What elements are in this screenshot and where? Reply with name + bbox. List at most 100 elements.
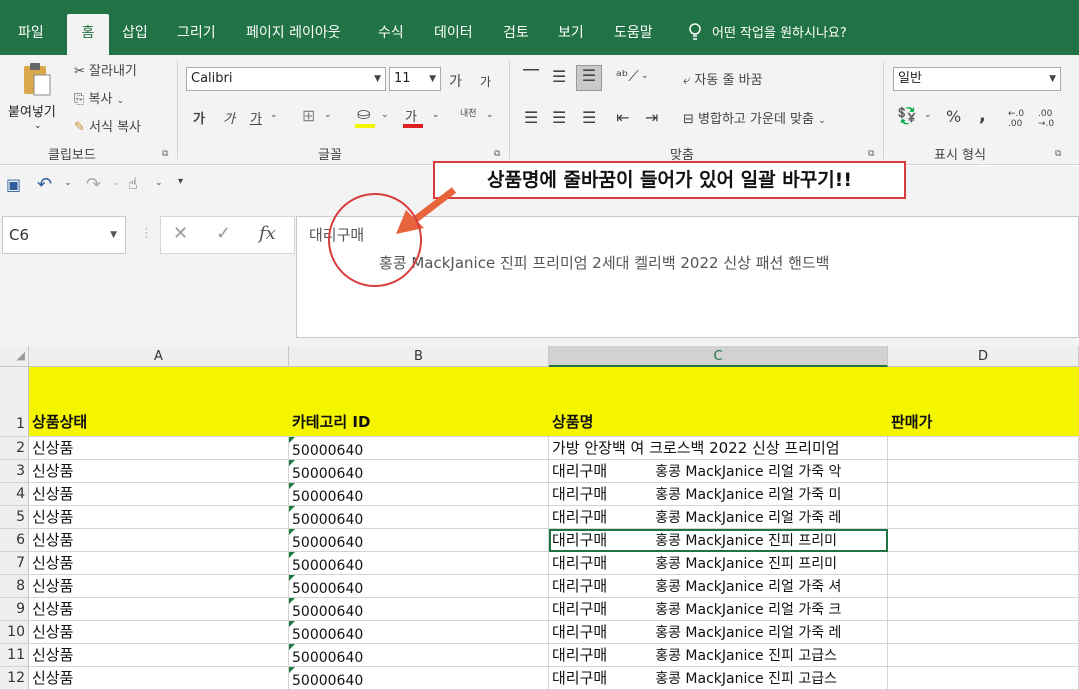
cell-category-id[interactable]: 50000640 [289,437,549,460]
customize-toolbar-icon[interactable]: ▾ [178,176,183,187]
cell-product-name[interactable]: 대리구매 홍콩 MackJanice 리얼 가죽 레 [549,621,888,644]
header-cell-status[interactable]: 상품상태 [29,367,289,437]
chevron-down-icon[interactable]: ⌄ [112,178,120,188]
cell-price[interactable] [888,644,1079,667]
paste-button[interactable]: 붙여넣기 [8,101,56,120]
cell-status[interactable]: 신상품 [29,460,289,483]
active-cell-product-name[interactable]: 대리구매 홍콩 MackJanice 진피 프리미 [549,529,888,552]
cut-button[interactable]: ✂ 잘라내기 [74,60,137,79]
cell-product-name[interactable]: 대리구매 홍콩 MackJanice 리얼 가죽 레 [549,506,888,529]
cell-status[interactable]: 신상품 [29,667,289,690]
cell-category-id[interactable]: 50000640 [289,621,549,644]
header-cell-product-name[interactable]: 상품명 [549,367,888,437]
increase-decimal-icon[interactable]: ←.0.00 [1008,109,1030,129]
tab-home[interactable]: 홈 [67,14,109,55]
number-format-combo[interactable]: 일반 ▼ [893,67,1061,91]
number-launcher-icon[interactable]: ⧉ [1055,149,1061,159]
row-header[interactable]: 3 [0,460,29,483]
cell-product-name[interactable]: 대리구매 홍콩 MackJanice 진피 프리미 [549,552,888,575]
percent-button[interactable]: % [946,107,961,126]
cell-product-name[interactable]: 대리구매 홍콩 MackJanice 리얼 가죽 크 [549,598,888,621]
cell-price[interactable] [888,575,1079,598]
cell-product-name[interactable]: 대리구매 홍콩 MackJanice 리얼 가죽 악 [549,460,888,483]
align-right-icon[interactable]: ☰ [582,108,596,127]
underline-button[interactable]: 가 [250,108,262,127]
merge-center-button[interactable]: ⊟ 병합하고 가운데 맞춤 ⌄ [683,108,826,127]
tab-draw[interactable]: 그리기 [177,14,216,55]
cell-price[interactable] [888,529,1079,552]
chevron-down-icon[interactable]: ⌄ [381,110,389,120]
cancel-icon[interactable]: ✕ [173,223,188,244]
cell-category-id[interactable]: 50000640 [289,644,549,667]
cell-status[interactable]: 신상품 [29,552,289,575]
increase-indent-icon[interactable]: ⇥ [645,108,658,127]
paste-icon[interactable] [22,61,52,97]
header-cell-price[interactable]: 판매가 [888,367,1079,437]
wrap-text-button[interactable]: ⤶ 자동 줄 바꿈 [683,69,763,88]
enter-check-icon[interactable]: ✓ [216,223,231,244]
italic-button[interactable]: 가 [223,108,235,127]
header-cell-category[interactable]: 카테고리 ID [289,367,549,437]
chevron-down-icon[interactable]: ⌄ [486,110,494,120]
row-header[interactable]: 8 [0,575,29,598]
cell-price[interactable] [888,552,1079,575]
cell-status[interactable]: 신상품 [29,598,289,621]
align-bottom-icon[interactable]: ☰ [576,65,602,91]
select-all-corner[interactable]: ◢ [0,346,29,367]
cell-status[interactable]: 신상품 [29,529,289,552]
column-header-b[interactable]: B [289,346,549,367]
insert-function-icon[interactable]: fx [259,223,276,244]
orientation-icon[interactable]: ᵃᵇ⟋ [616,67,639,85]
format-painter-button[interactable]: ✎ 서식 복사 [74,116,141,135]
bold-button[interactable]: 가 [193,108,205,127]
row-header[interactable]: 2 [0,437,29,460]
clipboard-launcher-icon[interactable]: ⧉ [162,149,168,159]
phonetic-button[interactable]: 내천 [460,106,477,119]
cell-price[interactable] [888,483,1079,506]
paste-dropdown-icon[interactable]: ⌄ [34,121,42,131]
chevron-down-icon[interactable]: ⌄ [324,110,332,120]
fill-color-icon[interactable]: ⛀ [357,104,370,123]
chevron-down-icon[interactable]: ⌄ [432,110,440,120]
currency-icon[interactable]: 💱 [897,106,917,125]
cell-category-id[interactable]: 50000640 [289,506,549,529]
row-header[interactable]: 9 [0,598,29,621]
worksheet-grid[interactable]: ◢ A B C D 1 상품상태 카테고리 ID 상품명 판매가 2 신상품 500… [0,346,1079,690]
chevron-down-icon[interactable]: ⌄ [64,178,72,188]
grow-font-button[interactable]: 가 [449,71,462,91]
cell-price[interactable] [888,667,1079,690]
tab-file[interactable]: 파일 [18,14,44,55]
cell-product-name[interactable]: 대리구매 홍콩 MackJanice 진피 고급스 [549,667,888,690]
cell-category-id[interactable]: 50000640 [289,598,549,621]
cell-product-name[interactable]: 가방 안장백 여 크로스백 2022 신상 프리미엄 [549,437,888,460]
font-size-combo[interactable]: 11 ▼ [389,67,441,91]
column-header-a[interactable]: A [29,346,289,367]
cell-status[interactable]: 신상품 [29,621,289,644]
copy-button[interactable]: ⎘ 복사 ⌄ [74,88,124,107]
cell-product-name[interactable]: 대리구매 홍콩 MackJanice 리얼 가죽 미 [549,483,888,506]
splitter-icon[interactable]: ⋮ [140,226,153,241]
cell-category-id[interactable]: 50000640 [289,483,549,506]
touch-mode-icon[interactable]: ☝ [128,174,138,193]
font-name-combo[interactable]: Calibri ▼ [186,67,386,91]
cell-status[interactable]: 신상품 [29,506,289,529]
row-header[interactable]: 11 [0,644,29,667]
borders-icon[interactable]: ⊞ [302,106,315,125]
cell-status[interactable]: 신상품 [29,437,289,460]
align-left-icon[interactable]: ☰ [524,108,538,127]
tab-page-layout[interactable]: 페이지 레이아웃 [246,14,341,55]
cell-price[interactable] [888,460,1079,483]
name-box[interactable]: C6 ▼ [2,216,126,254]
cell-product-name[interactable]: 대리구매 홍콩 MackJanice 진피 고급스 [549,644,888,667]
row-header[interactable]: 6 [0,529,29,552]
column-header-d[interactable]: D [888,346,1079,367]
row-header[interactable]: 5 [0,506,29,529]
cell-status[interactable]: 신상품 [29,575,289,598]
font-color-button[interactable]: 가 [405,106,417,125]
cell-category-id[interactable]: 50000640 [289,529,549,552]
cell-status[interactable]: 신상품 [29,483,289,506]
save-icon[interactable]: ▣ [6,175,21,194]
cell-product-name[interactable]: 대리구매 홍콩 MackJanice 리얼 가죽 셔 [549,575,888,598]
cell-price[interactable] [888,437,1079,460]
alignment-launcher-icon[interactable]: ⧉ [868,149,874,159]
